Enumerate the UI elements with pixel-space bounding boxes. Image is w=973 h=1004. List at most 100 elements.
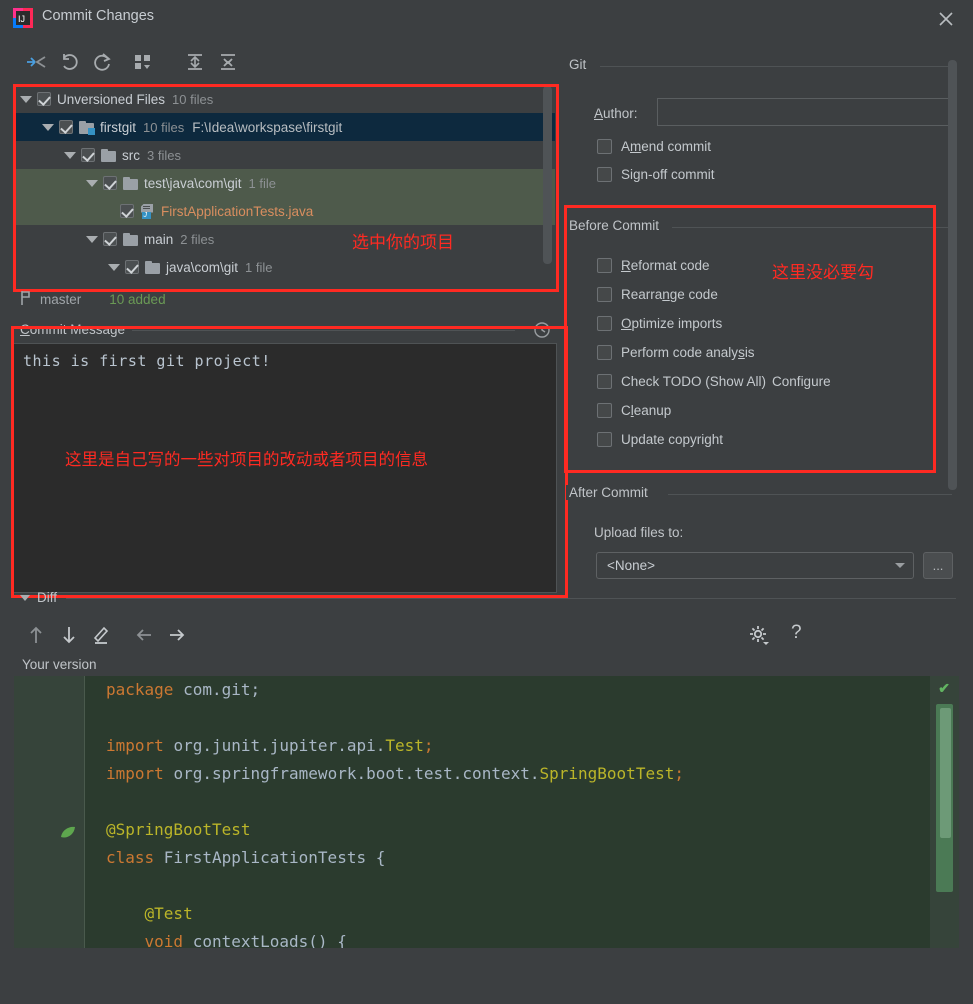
code-line-1: package com.git; (106, 680, 261, 699)
tree-row-label: FirstApplicationTests.java (161, 203, 314, 219)
tree-row-count: 1 file (248, 175, 277, 191)
spring-leaf-icon[interactable] (60, 826, 75, 840)
optimize-imports-checkbox[interactable]: Optimize imports (597, 316, 722, 331)
previous-difference-icon[interactable] (27, 624, 45, 649)
annotate-icon[interactable] (92, 624, 110, 649)
update-copyright-label: Update copyright (621, 432, 724, 447)
after-commit-title: After Commit (566, 485, 651, 500)
reformat-code-checkbox[interactable]: Reformat code (597, 258, 710, 273)
checkbox-box (597, 345, 612, 360)
update-copyright-checkbox[interactable]: Update copyright (597, 432, 723, 447)
gear-icon[interactable] (748, 624, 770, 649)
accept-right-icon[interactable] (167, 624, 187, 649)
author-field[interactable] (657, 98, 950, 126)
checkbox-box (597, 167, 612, 182)
chevron-down-icon[interactable] (86, 235, 98, 243)
checkbox-box (597, 287, 612, 302)
author-label: Author: (594, 106, 638, 121)
accept-left-icon[interactable] (134, 624, 154, 649)
check-todo-checkbox[interactable]: Check TODO (Show All) Configure (597, 374, 831, 389)
tree-row-label: test\java\com\git (144, 175, 242, 191)
chevron-down-icon[interactable] (20, 95, 32, 103)
tree-row-test-java-com-git[interactable]: test\java\com\git 1 file (14, 169, 555, 197)
code-line-3: import org.junit.jupiter.api.Test; (106, 736, 434, 755)
upload-files-value: <None> (607, 558, 656, 573)
upload-files-label: Upload files to: (594, 525, 684, 540)
diff-section-header[interactable]: Diff (20, 590, 57, 605)
diff-code-editor[interactable]: 1 2 3 4 5 6 7 8 9 10 package com.git; im… (14, 676, 959, 948)
chevron-down-icon[interactable] (42, 123, 54, 131)
history-clock-icon[interactable] (533, 321, 551, 339)
checkbox-box (597, 432, 612, 447)
perform-code-analysis-checkbox[interactable]: Perform code analysis (597, 345, 755, 360)
commit-message-input[interactable]: this is first git project! 这里是自己写的一些对项目的… (12, 343, 557, 593)
tree-row-label: java\com\git (166, 259, 239, 275)
chevron-down-icon[interactable] (64, 151, 76, 159)
configure-link[interactable]: Configure (772, 374, 831, 389)
page-title: Commit Changes (42, 8, 155, 24)
changes-file-tree[interactable]: Unversioned Files 10 files firstgit 10 f… (14, 85, 555, 285)
refresh-icon[interactable] (90, 50, 114, 74)
tree-row-firstapplication-java[interactable]: J FirstApplication.java (14, 281, 555, 285)
chevron-down-icon[interactable] (20, 594, 30, 601)
svg-text:IJ: IJ (18, 14, 25, 24)
branch-icon (20, 290, 32, 309)
branch-status: master 10 added (20, 288, 166, 310)
tree-checkbox[interactable] (103, 176, 117, 190)
tree-scrollbar[interactable] (543, 86, 552, 264)
browse-button[interactable]: ... (923, 552, 953, 579)
chevron-down-icon (895, 563, 905, 568)
tree-row-java-com-git[interactable]: java\com\git 1 file (14, 253, 555, 281)
tree-checkbox[interactable] (120, 204, 134, 218)
tree-row-unversioned-files[interactable]: Unversioned Files 10 files (14, 85, 555, 113)
question-mark-icon[interactable]: ? (791, 622, 802, 644)
close-icon[interactable] (935, 8, 957, 30)
tree-row-firstapplicationtests-java[interactable]: J FirstApplicationTests.java (14, 197, 555, 225)
chevron-down-icon[interactable] (86, 179, 98, 187)
code-line-10: void contextLoads() { (106, 932, 347, 948)
revert-icon[interactable] (58, 50, 82, 74)
tree-checkbox[interactable] (81, 148, 95, 162)
sign-off-commit-checkbox[interactable]: Sign-off commit (597, 167, 715, 182)
reformat-code-label: Reformat code (621, 258, 710, 273)
line-number-gutter (14, 676, 84, 948)
tree-row-src[interactable]: src 3 files (14, 141, 555, 169)
tree-checkbox[interactable] (103, 232, 117, 246)
tree-row-firstgit[interactable]: firstgit 10 files F:\Idea\workspase\firs… (14, 113, 555, 141)
code-line-6: @SpringBootTest (106, 820, 251, 839)
next-difference-icon[interactable] (60, 624, 78, 649)
title-bar: IJ Commit Changes (0, 0, 973, 36)
fold-gutter (84, 676, 100, 948)
tree-row-main[interactable]: main 2 files (14, 225, 555, 253)
tree-row-count: 10 files (172, 91, 214, 107)
code-line-7: class FirstApplicationTests { (106, 848, 386, 867)
your-version-label: Your version (22, 657, 97, 672)
checkbox-box (597, 374, 612, 389)
collapse-all-icon[interactable] (216, 50, 240, 74)
editor-scrollbar-track[interactable]: ✔ (930, 676, 959, 948)
check-todo-label: Check TODO (Show All) (621, 374, 767, 389)
checkbox-box (597, 258, 612, 273)
group-by-icon[interactable] (131, 50, 155, 74)
upload-files-select[interactable]: <None> (596, 552, 914, 579)
tree-row-label: main (144, 231, 174, 247)
cleanup-checkbox[interactable]: Cleanup (597, 403, 671, 418)
amend-commit-checkbox[interactable]: Amend commit (597, 139, 711, 154)
editor-scrollbar-thumb-inner[interactable] (940, 708, 951, 838)
expand-all-icon[interactable] (183, 50, 207, 74)
tree-checkbox[interactable] (37, 92, 51, 106)
dialog-footer: ? Commit Cancel https://blog.csdn.net/we… (0, 952, 973, 1004)
collapse-diff-icon[interactable] (24, 50, 48, 74)
right-panel-scrollbar[interactable] (948, 60, 957, 490)
commit-message-panel: Commit Message this is first git project… (12, 322, 557, 595)
branch-added-count: 10 added (109, 291, 166, 307)
chevron-down-icon[interactable] (108, 263, 120, 271)
rearrange-code-checkbox[interactable]: Rearrange code (597, 287, 718, 302)
checkbox-box (597, 316, 612, 331)
amend-commit-label: Amend commit (621, 139, 712, 154)
code-line-4: import org.springframework.boot.test.con… (106, 764, 684, 783)
commit-message-title: Commit Message (16, 322, 130, 337)
tree-row-label: src (122, 147, 140, 163)
tree-checkbox[interactable] (59, 120, 73, 134)
tree-checkbox[interactable] (125, 260, 139, 274)
